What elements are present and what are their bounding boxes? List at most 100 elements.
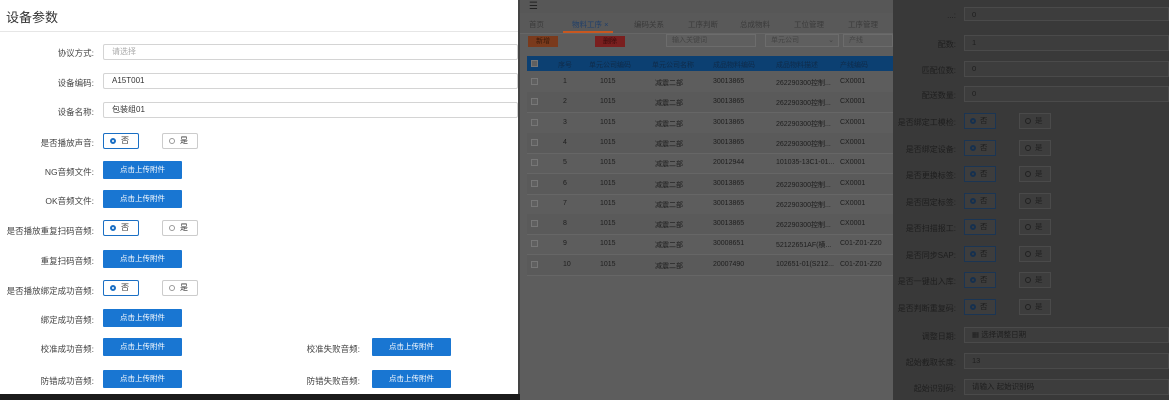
match-count-input[interactable]: 1 xyxy=(964,35,1169,51)
table-cell: 262290300控制... xyxy=(776,201,831,209)
change-label-no-radio[interactable]: 否 xyxy=(964,166,996,182)
tab-material-process[interactable]: 物料工序 × xyxy=(572,19,608,30)
ok-audio-upload-button[interactable]: 点击上传附件 xyxy=(103,190,182,208)
radio-unchecked-icon xyxy=(169,285,175,291)
line-input[interactable]: 产线 xyxy=(843,34,893,47)
change-label-yes-radio[interactable]: 是 xyxy=(1019,166,1051,182)
row-checkbox[interactable] xyxy=(531,159,538,167)
table-row[interactable]: 5 1015 减震二部 20012944 101035-13C1-01... CX0001 xyxy=(527,153,893,175)
table-row[interactable]: 3 1015 减震二部 30013865 262290300控制... CX0001 xyxy=(527,113,893,134)
play-sound-yes-radio[interactable]: 是 xyxy=(162,133,198,149)
one-click-stock-no-radio[interactable]: 否 xyxy=(964,272,996,288)
table-row[interactable]: 1 1015 减震二部 30013865 262290300控制... CX0001 xyxy=(527,72,893,93)
row-checkbox[interactable] xyxy=(531,199,538,207)
close-icon[interactable]: × xyxy=(604,20,608,29)
table-cell: C01-Z01-Z20 xyxy=(840,240,882,248)
table-row[interactable]: 7 1015 减震二部 30013865 262290300控制... CX0001 xyxy=(527,194,893,215)
fixed-label-no-radio[interactable]: 否 xyxy=(964,192,996,209)
table-row[interactable]: 10 1015 减震二部 20007490 102651-01(S212... C01-Z… xyxy=(527,254,893,276)
add-button[interactable]: 新增 xyxy=(528,36,558,47)
play-bind-success-yes-radio[interactable]: 是 xyxy=(162,280,198,296)
table-cell: CX0001 xyxy=(840,98,866,106)
start-code-input[interactable]: 请输入 起始识别码 xyxy=(964,379,1169,395)
partial-field-input[interactable]: 0 xyxy=(964,7,1169,21)
ng-audio-upload-button[interactable]: 点击上传附件 xyxy=(103,161,182,179)
tab-process-judge[interactable]: 工序判断 xyxy=(688,19,718,30)
calib-success-audio-upload-button[interactable]: 点击上传附件 xyxy=(103,338,182,356)
table-cell: CX0001 xyxy=(840,220,866,228)
calib-fail-audio-upload-button[interactable]: 点击上传附件 xyxy=(372,338,451,356)
bind-device-label: 是否绑定设备: xyxy=(905,144,956,154)
play-repeat-scan-no-radio[interactable]: 否 xyxy=(103,220,139,236)
anti-error-fail-audio-upload-button[interactable]: 点击上传附件 xyxy=(372,370,451,388)
play-bind-success-no-radio[interactable]: 否 xyxy=(103,280,139,296)
select-all-checkbox[interactable] xyxy=(531,60,538,67)
delete-button[interactable]: 删除 xyxy=(595,36,625,47)
column-header[interactable]: 产线编码 xyxy=(840,60,868,70)
change-label-label: 是否更换标签: xyxy=(905,171,956,180)
delivery-qty-input[interactable]: 0 xyxy=(964,86,1169,102)
table-cell: 30013865 xyxy=(713,199,745,207)
one-click-stock-yes-radio[interactable]: 是 xyxy=(1019,272,1051,288)
column-header[interactable]: 成品物料描述 xyxy=(776,60,818,70)
scan-report-yes-radio[interactable]: 是 xyxy=(1019,219,1051,235)
table-cell: C01-Z01-Z20 xyxy=(840,260,882,268)
bind-process-check-no-radio[interactable]: 否 xyxy=(964,113,996,129)
tab-station-management[interactable]: 工位管理 xyxy=(794,19,824,30)
start-length-input[interactable]: 13 xyxy=(964,353,1169,369)
tab-code-relation[interactable]: 编码关系 xyxy=(634,19,664,30)
table-row[interactable]: 6 1015 减震二部 30013865 262290300控制... CX0001 xyxy=(527,173,893,195)
row-checkbox[interactable] xyxy=(531,118,538,126)
device-code-input[interactable]: A15T001 xyxy=(103,73,518,89)
unit-company-select[interactable]: 单元公司 ⌄ xyxy=(765,34,839,47)
table-row[interactable]: 8 1015 减震二部 30013865 262290300控制... CX0001 xyxy=(527,214,893,236)
play-sound-no-radio[interactable]: 否 xyxy=(103,133,139,149)
bind-process-check-yes-radio[interactable]: 是 xyxy=(1019,113,1051,129)
check-repeat-code-no-radio[interactable]: 否 xyxy=(964,298,996,315)
repeat-scan-audio-upload-button[interactable]: 点击上传附件 xyxy=(103,250,182,268)
table-cell: 262290300控制... xyxy=(776,140,831,148)
sync-sap-yes-radio[interactable]: 是 xyxy=(1019,245,1051,262)
bind-device-no-radio[interactable]: 否 xyxy=(964,139,996,156)
tab-assembly-material[interactable]: 总成物料 xyxy=(740,19,770,30)
fixed-label-yes-radio[interactable]: 是 xyxy=(1019,192,1051,209)
bind-success-audio-upload-button[interactable]: 点击上传附件 xyxy=(103,309,182,327)
title-divider xyxy=(0,31,518,32)
keyword-search-input[interactable]: 输入关键词 xyxy=(666,34,756,47)
column-header[interactable]: 序号 xyxy=(558,60,572,70)
table-row[interactable]: 4 1015 减震二部 30013865 262290300控制... CX0001 xyxy=(527,132,893,154)
adjust-date-picker[interactable]: ▦ 选择调整日期 xyxy=(964,327,1169,343)
table-row[interactable]: 2 1015 减震二部 30013865 262290300控制... CX0001 xyxy=(527,92,893,114)
column-header[interactable]: 单元公司编码 xyxy=(589,60,631,70)
column-header[interactable]: 单元公司名称 xyxy=(652,60,694,70)
device-name-input[interactable]: 包装组01 xyxy=(103,102,518,118)
tab-process-management[interactable]: 工序管理 xyxy=(848,19,878,30)
bind-device-yes-radio[interactable]: 是 xyxy=(1019,139,1051,156)
row-checkbox[interactable] xyxy=(531,78,538,85)
menu-icon[interactable]: ☰ xyxy=(529,1,538,12)
row-checkbox[interactable] xyxy=(531,138,538,146)
ok-audio-label: OK音频文件: xyxy=(45,196,94,206)
check-repeat-code-yes-radio[interactable]: 是 xyxy=(1019,298,1051,315)
table-cell: 101035-13C1-01... xyxy=(776,159,835,167)
top-bar xyxy=(520,0,893,13)
row-checkbox[interactable] xyxy=(531,98,538,106)
anti-error-success-audio-upload-button[interactable]: 点击上传附件 xyxy=(103,370,182,388)
table-cell: CX0001 xyxy=(840,78,866,85)
row-checkbox[interactable] xyxy=(531,179,538,187)
scan-report-no-radio[interactable]: 否 xyxy=(964,219,996,235)
row-checkbox[interactable] xyxy=(531,220,538,228)
row-checkbox[interactable] xyxy=(531,260,538,268)
radio-checked-icon xyxy=(110,285,116,291)
match-digits-input[interactable]: 0 xyxy=(964,61,1169,77)
table-row[interactable]: 9 1015 减震二部 30008651 52122651AF(横... C01-Z01-… xyxy=(527,234,893,256)
sync-sap-no-radio[interactable]: 否 xyxy=(964,245,996,262)
column-header[interactable]: 成品物料编码 xyxy=(713,60,755,70)
row-checkbox[interactable] xyxy=(531,240,538,248)
bind-success-audio-label: 绑定成功音频: xyxy=(40,315,94,325)
play-sound-label: 是否播放声音: xyxy=(40,138,94,148)
tab-home[interactable]: 首页 xyxy=(529,19,544,30)
play-repeat-scan-yes-radio[interactable]: 是 xyxy=(162,220,198,236)
radio-unchecked-icon xyxy=(1025,118,1031,124)
protocol-select[interactable]: 请选择 xyxy=(103,44,518,60)
